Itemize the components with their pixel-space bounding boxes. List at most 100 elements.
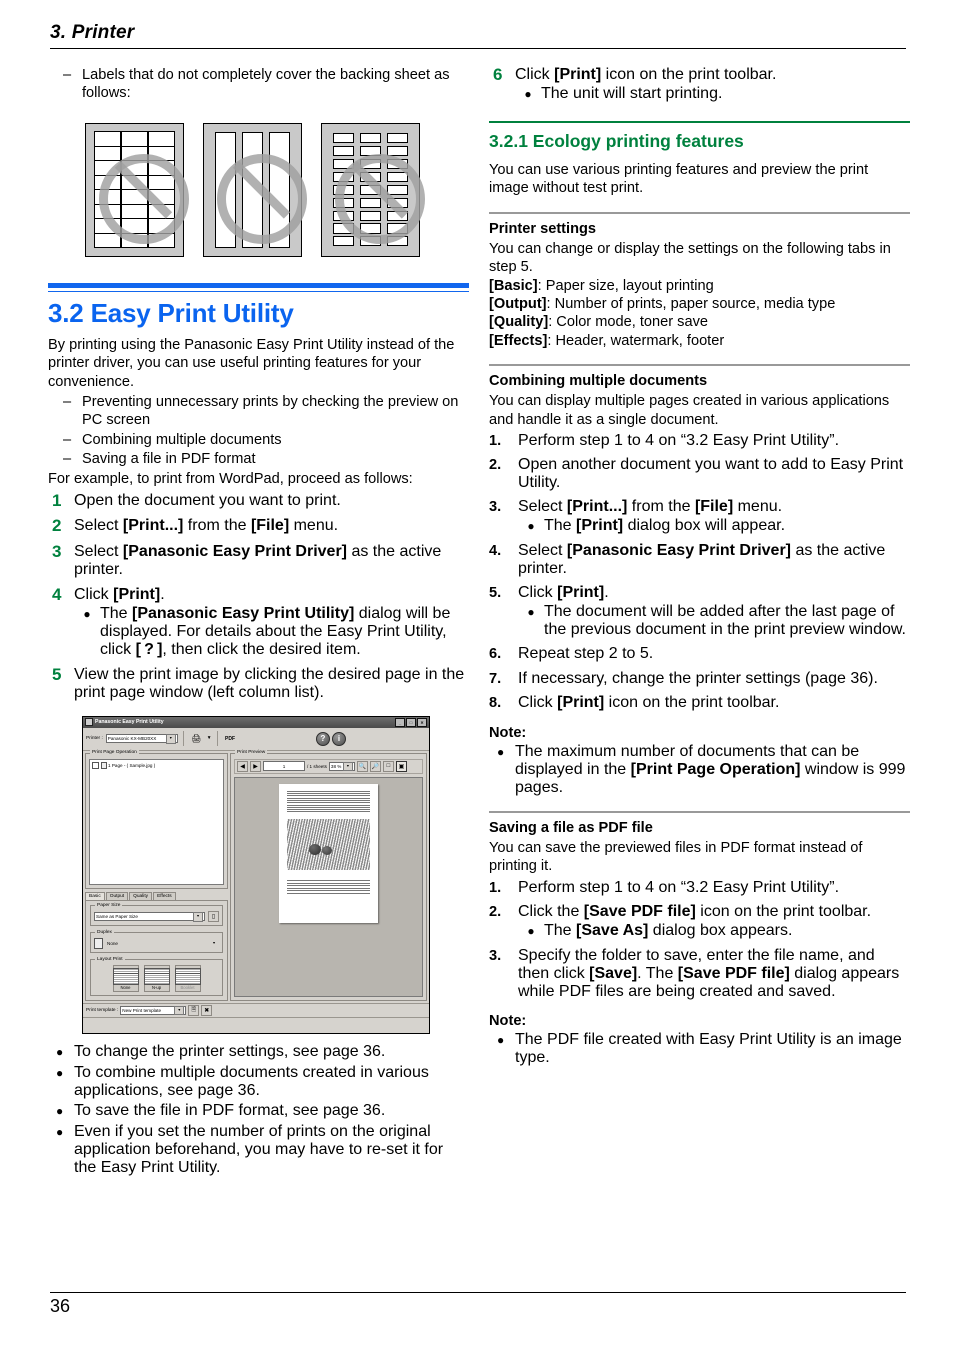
print-preview-pane: Print Preview ◀ ▶ 1 / 1 sheets 38 % ▼ 🔍 bbox=[230, 750, 427, 1001]
bullet-text: The PDF file created with Easy Print Uti… bbox=[515, 1030, 902, 1066]
tab-effects[interactable]: Effects bbox=[153, 892, 176, 901]
layout-option-booklet[interactable]: Booklet bbox=[174, 965, 201, 992]
print-template-label: Print template : bbox=[86, 1007, 119, 1013]
paper-size-value: Same as Paper Size bbox=[96, 914, 138, 920]
tree-item-label: 1 Page - ( Sample.jpg ) bbox=[108, 762, 156, 768]
chapter-title: 3. Printer bbox=[50, 22, 135, 43]
chevron-down-icon[interactable]: ▼ bbox=[165, 734, 176, 744]
printer-settings-row: [Basic]: Paper size, layout printing bbox=[489, 277, 910, 295]
maximize-button[interactable]: □ bbox=[406, 717, 416, 727]
tree-item[interactable]: 1 Page - ( Sample.jpg ) bbox=[92, 761, 221, 769]
tab-output[interactable]: Output bbox=[105, 892, 129, 901]
page-tree[interactable]: 1 Page - ( Sample.jpg ) bbox=[89, 758, 224, 886]
toolbar-divider bbox=[182, 731, 184, 747]
zoom-out-icon[interactable]: 🔎 bbox=[369, 760, 381, 772]
duplex-value: None bbox=[107, 941, 118, 947]
step-4: 4 Click [Print]. ● The [Panasonic Easy P… bbox=[48, 584, 469, 659]
paper-preview-icon[interactable]: ▯ bbox=[208, 911, 219, 923]
preview-canvas[interactable] bbox=[234, 776, 423, 997]
help-icon[interactable]: ? bbox=[316, 731, 330, 746]
step-text: Specify the folder to save, enter the fi… bbox=[518, 946, 900, 1000]
saving-pdf-step-2-bullet: ● The [Save As] dialog box appears. bbox=[518, 922, 910, 941]
previous-page-icon[interactable]: ◀ bbox=[237, 760, 248, 772]
step-number: 4. bbox=[489, 543, 502, 560]
preview-page[interactable] bbox=[279, 783, 378, 923]
step-number: 3. bbox=[489, 499, 502, 516]
toc-text-block bbox=[287, 790, 370, 813]
features-list: – Preventing unnecessary prints by check… bbox=[48, 393, 469, 469]
step-number: 4 bbox=[52, 584, 62, 604]
checkbox[interactable] bbox=[92, 761, 99, 769]
group-title: Print Page Operation bbox=[90, 750, 139, 756]
printer-select[interactable]: Panasonic KX-MB20XX ▼ bbox=[105, 734, 178, 744]
print-icon[interactable]: 🖨 bbox=[188, 731, 204, 746]
preview-photo bbox=[287, 819, 370, 871]
tab-name: [Effects] bbox=[489, 332, 548, 349]
combining-step-5-bullet: ● The document will be added after the l… bbox=[518, 603, 910, 639]
note-heading: Note: bbox=[489, 724, 527, 741]
subsection-rule bbox=[489, 121, 910, 123]
topic-rule bbox=[489, 364, 910, 367]
info-icon[interactable]: i bbox=[332, 731, 346, 746]
combining-heading: Combining multiple documents bbox=[489, 373, 708, 390]
tab-quality[interactable]: Quality bbox=[129, 892, 153, 901]
printer-label: Printer : bbox=[86, 736, 103, 742]
paper-size-select[interactable]: Same as Paper Size ▼ bbox=[94, 912, 205, 922]
next-page-icon[interactable]: ▶ bbox=[250, 760, 261, 772]
page-number-input[interactable]: 1 bbox=[263, 761, 305, 772]
bullet-text: The [Print] dialog box will appear. bbox=[544, 517, 786, 535]
zoom-in-icon[interactable]: 🔍 bbox=[356, 760, 368, 772]
print-template-select[interactable]: New Print template ▼ bbox=[120, 1005, 187, 1016]
dash-marker: – bbox=[63, 431, 72, 448]
combining-step-8: 8. Click [Print] icon on the print toolb… bbox=[489, 694, 910, 712]
dash-text: Labels that do not completely cover the … bbox=[82, 67, 450, 102]
layout-option-label: Booklet bbox=[180, 985, 195, 991]
tab-basic[interactable]: Basic bbox=[85, 892, 105, 901]
chevron-down-icon[interactable]: ▼ bbox=[193, 912, 203, 922]
minimize-button[interactable]: _ bbox=[395, 717, 405, 727]
tab-name: [Quality] bbox=[489, 314, 549, 331]
step-number: 1. bbox=[489, 433, 502, 450]
layout-option-none[interactable]: None bbox=[112, 965, 139, 992]
combining-step-7: 7. If necessary, change the printer sett… bbox=[489, 670, 910, 688]
group-title: Duplex bbox=[95, 929, 114, 935]
step-4-bullet: ● The [Panasonic Easy Print Utility] dia… bbox=[74, 605, 469, 659]
backing-sheet-list: – Labels that do not completely cover th… bbox=[48, 66, 469, 103]
combining-step-5: 5. Click [Print]. ● The document will be… bbox=[489, 584, 910, 639]
fit-width-icon[interactable]: □ bbox=[382, 760, 394, 772]
section-heading: 3.2 Easy Print Utility bbox=[48, 297, 294, 328]
duplex-select[interactable]: None ▼ bbox=[106, 939, 219, 948]
bullet-text: To save the file in PDF format, see page… bbox=[74, 1101, 386, 1119]
step-number: 6. bbox=[489, 646, 502, 663]
print-dropdown-icon[interactable]: ▼ bbox=[207, 736, 212, 741]
printer-settings-intro: You can change or display the settings o… bbox=[489, 240, 891, 276]
fit-page-icon[interactable]: ▣ bbox=[395, 760, 407, 772]
layout-booklet-icon bbox=[174, 967, 201, 985]
layout-option-nup[interactable]: N-up bbox=[143, 965, 170, 992]
saving-pdf-step-2: 2. Click the [Save PDF file] icon on the… bbox=[489, 903, 910, 941]
chevron-down-icon[interactable]: ▼ bbox=[174, 1005, 185, 1016]
duplex-group: Duplex None ▼ bbox=[90, 929, 223, 954]
bullet-text: The maximum number of documents that can… bbox=[515, 742, 906, 796]
bullet-text: The [Panasonic Easy Print Utility] dialo… bbox=[100, 604, 451, 658]
zoom-select[interactable]: 38 % ▼ bbox=[328, 761, 355, 772]
close-button[interactable]: ✕ bbox=[417, 717, 427, 727]
page-footer: 36 bbox=[50, 1292, 906, 1317]
combining-intro: You can display multiple pages created i… bbox=[489, 393, 890, 428]
feature-text: Preventing unnecessary prints by checkin… bbox=[82, 394, 459, 429]
status-bar bbox=[83, 1016, 429, 1025]
procedure-steps-continued: 6 Click [Print] icon on the print toolba… bbox=[489, 65, 910, 104]
page-icon bbox=[100, 761, 107, 769]
bullet-icon: ● bbox=[527, 605, 535, 620]
chevron-down-icon[interactable]: ▼ bbox=[210, 940, 218, 948]
list-item: – Preventing unnecessary prints by check… bbox=[48, 393, 469, 430]
bullet-item: ● To save the file in PDF format, see pa… bbox=[48, 1102, 469, 1121]
chevron-down-icon[interactable]: ▼ bbox=[342, 761, 353, 772]
save-pdf-icon[interactable]: PDF bbox=[222, 731, 238, 746]
delete-template-icon[interactable]: ✖ bbox=[201, 1004, 213, 1016]
feature-text: Combining multiple documents bbox=[82, 431, 282, 448]
save-template-icon[interactable]: 🗎 bbox=[188, 1004, 200, 1016]
step-text: Click [Print]. ● The document will be ad… bbox=[518, 584, 910, 639]
tab-desc: : Paper size, layout printing bbox=[537, 277, 714, 294]
saving-pdf-step-1: 1. Perform step 1 to 4 on “3.2 Easy Prin… bbox=[489, 879, 910, 897]
